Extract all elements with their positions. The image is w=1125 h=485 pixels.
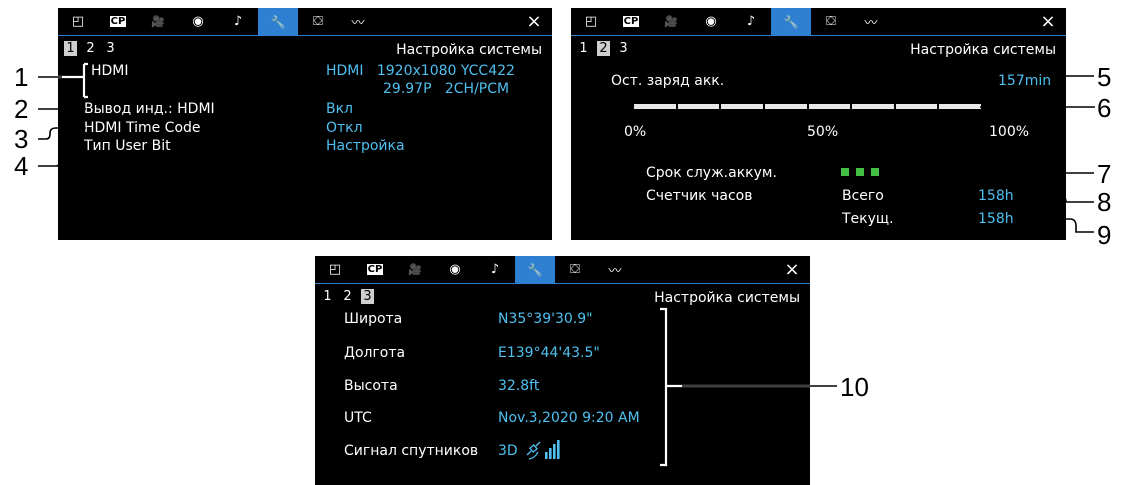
callout-2: 2	[14, 94, 29, 124]
callout-5: 5	[1097, 62, 1112, 92]
callout-lines	[38, 62, 1095, 467]
callout-7: 7	[1097, 159, 1112, 189]
callout-4: 4	[14, 151, 29, 181]
callout-9: 9	[1097, 220, 1112, 250]
callout-8: 8	[1097, 187, 1112, 217]
callout-3: 3	[14, 124, 29, 154]
callout-6: 6	[1097, 93, 1112, 123]
callout-10: 10	[840, 372, 869, 402]
callout-1: 1	[14, 62, 29, 92]
